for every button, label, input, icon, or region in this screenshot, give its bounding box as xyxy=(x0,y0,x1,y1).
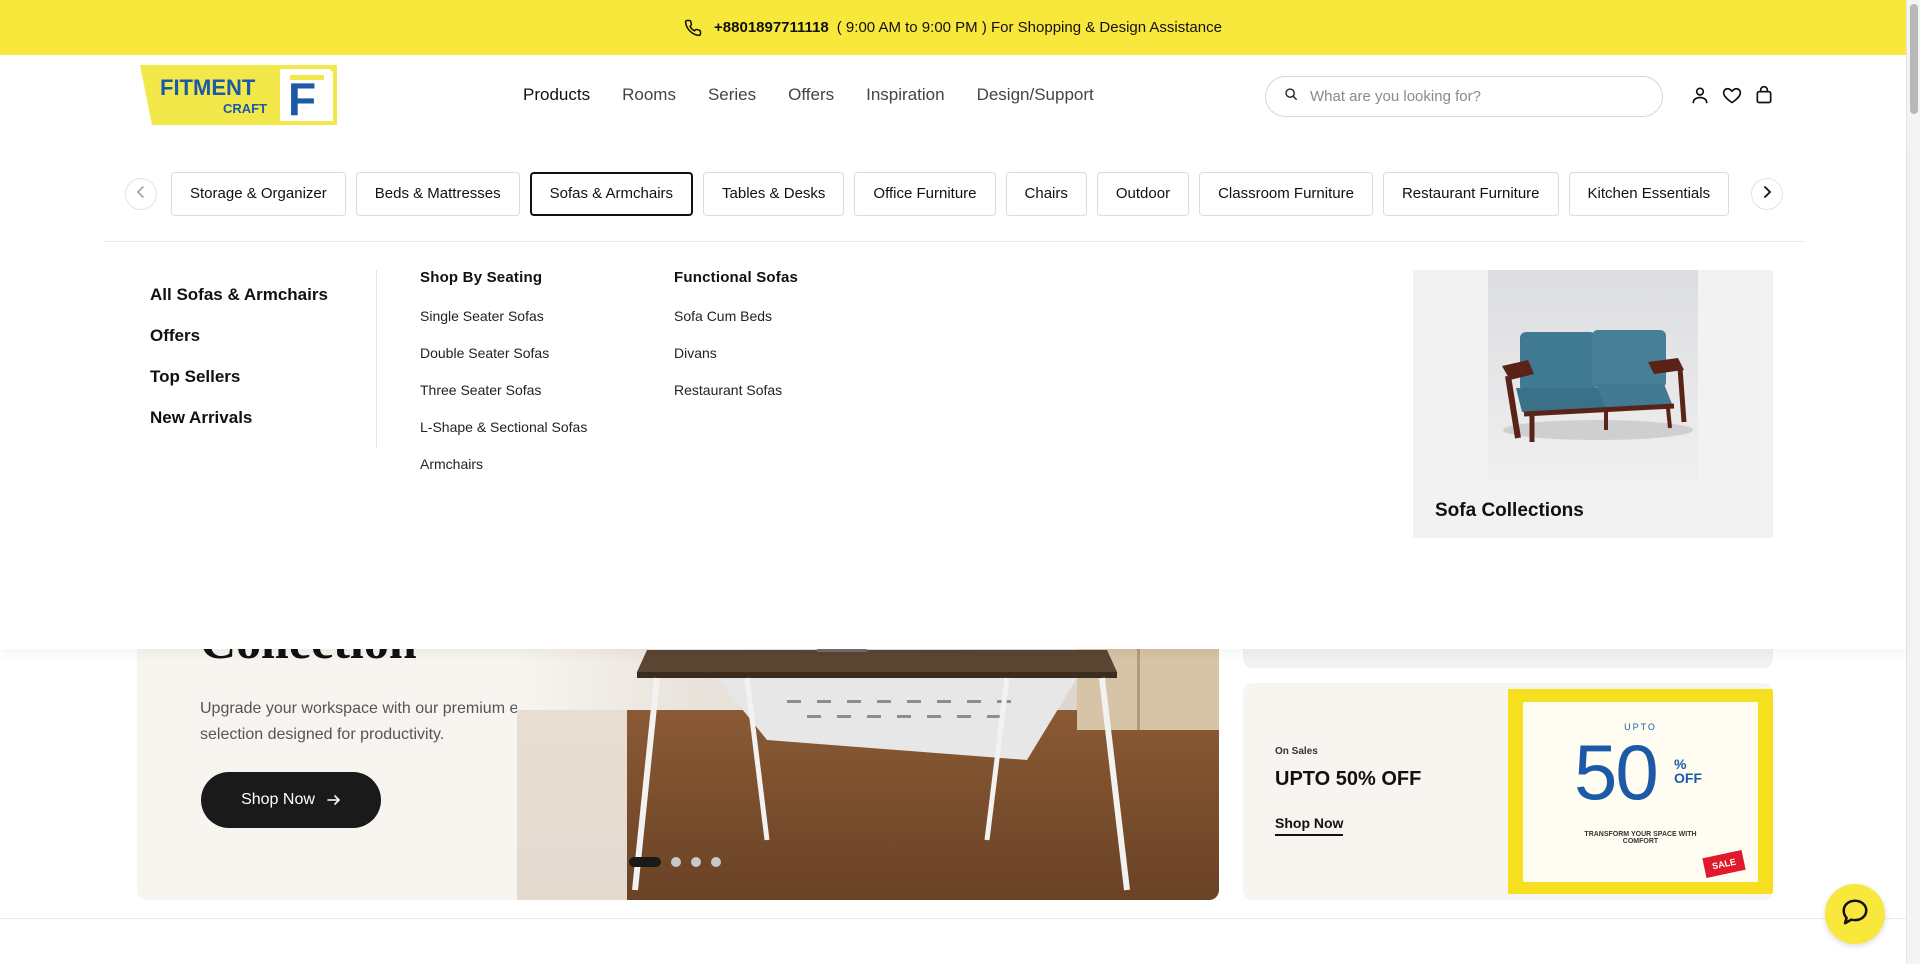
nav-inspiration[interactable]: Inspiration xyxy=(866,85,944,105)
menu-armchairs[interactable]: Armchairs xyxy=(420,456,587,472)
sale-shop-now-link[interactable]: Shop Now xyxy=(1275,815,1344,836)
menu-sofa-cum-beds[interactable]: Sofa Cum Beds xyxy=(674,308,798,324)
menu-l-shape-sectional-sofas[interactable]: L-Shape & Sectional Sofas xyxy=(420,419,587,435)
category-scroll-left[interactable] xyxy=(125,178,157,210)
bag-icon[interactable] xyxy=(1754,85,1774,105)
category-restaurant-furniture[interactable]: Restaurant Furniture xyxy=(1382,172,1559,216)
chat-bubble-icon xyxy=(1840,897,1870,932)
menu-restaurant-sofas[interactable]: Restaurant Sofas xyxy=(674,382,798,398)
menu-top-sellers[interactable]: Top Sellers xyxy=(150,367,328,387)
category-list: Storage & Organizer Beds & Mattresses Sofa… xyxy=(171,172,1737,216)
category-storage-organizer[interactable]: Storage & Organizer xyxy=(171,172,346,216)
category-office-furniture[interactable]: Office Furniture xyxy=(854,172,996,216)
promo-title: Sofa Collections xyxy=(1435,500,1584,521)
chat-button[interactable] xyxy=(1825,884,1885,944)
stamp-percent: % OFF xyxy=(1674,756,1702,786)
search-icon xyxy=(1284,87,1298,106)
category-classroom-furniture[interactable]: Classroom Furniture xyxy=(1199,172,1373,216)
section-divider xyxy=(0,918,1906,919)
arrow-right-icon xyxy=(327,794,341,806)
stamp-value: 50 xyxy=(1574,728,1659,816)
sale-eyebrow: On Sales xyxy=(1275,746,1318,757)
search-box[interactable] xyxy=(1265,76,1663,117)
carousel-dot[interactable] xyxy=(671,857,681,867)
category-sofas-armchairs[interactable]: Sofas & Armchairs xyxy=(529,172,694,216)
sale-title: UPTO 50% OFF xyxy=(1275,768,1422,790)
sofa-collections-promo[interactable]: Sofa Collections xyxy=(1413,270,1773,538)
menu-single-seater-sofas[interactable]: Single Seater Sofas xyxy=(420,308,587,324)
heart-icon[interactable] xyxy=(1722,85,1742,105)
phone-number[interactable]: +8801897711118 xyxy=(714,19,829,36)
nav-products[interactable]: Products xyxy=(523,85,590,105)
brand-logo[interactable]: F FITMENT CRAFT xyxy=(140,65,337,125)
support-hours: ( 9:00 AM to 9:00 PM ) For Shopping & De… xyxy=(836,19,1222,36)
sale-banner: On Sales UPTO 50% OFF Shop Now UPTO 50 %… xyxy=(1243,683,1773,900)
menu-three-seater-sofas[interactable]: Three Seater Sofas xyxy=(420,382,587,398)
user-icon[interactable] xyxy=(1690,85,1710,105)
category-kitchen-essentials[interactable]: Kitchen Essentials xyxy=(1568,172,1730,216)
main-nav: Products Rooms Series Offers Inspiration… xyxy=(523,85,1126,105)
menu-heading: Shop By Seating xyxy=(420,269,543,286)
site-header: F FITMENT CRAFT Products Rooms Series Of… xyxy=(0,55,1906,137)
hero-carousel-dots xyxy=(629,857,721,867)
stamp-tagline: TRANSFORM YOUR SPACE WITH COMFORT xyxy=(1584,831,1697,845)
scrollbar-thumb[interactable] xyxy=(1910,4,1918,114)
sofa-image xyxy=(1488,270,1698,480)
products-mega-menu: Storage & Organizer Beds & Mattresses Sofa… xyxy=(0,137,1906,649)
category-tables-desks[interactable]: Tables & Desks xyxy=(703,172,845,216)
menu-double-seater-sofas[interactable]: Double Seater Sofas xyxy=(420,345,587,361)
svg-text:F: F xyxy=(288,73,316,125)
carousel-dot[interactable] xyxy=(629,857,661,867)
chevron-right-icon xyxy=(1762,185,1772,203)
menu-divans[interactable]: Divans xyxy=(674,345,798,361)
phone-icon xyxy=(684,19,702,37)
menu-functional-sofas: Functional Sofas Sofa Cum Beds Divans Re… xyxy=(674,269,798,419)
nav-offers[interactable]: Offers xyxy=(788,85,834,105)
menu-primary-links: All Sofas & Armchairs Offers Top Sellers… xyxy=(150,285,328,449)
menu-new-arrivals[interactable]: New Arrivals xyxy=(150,408,328,428)
nav-series[interactable]: Series xyxy=(708,85,756,105)
carousel-dot[interactable] xyxy=(691,857,701,867)
svg-text:CRAFT: CRAFT xyxy=(223,101,267,116)
menu-heading: Functional Sofas xyxy=(674,269,799,286)
category-chairs[interactable]: Chairs xyxy=(1005,172,1087,216)
nav-design-support[interactable]: Design/Support xyxy=(977,85,1094,105)
chevron-left-icon xyxy=(136,185,146,203)
category-divider xyxy=(104,241,1806,242)
carousel-dot[interactable] xyxy=(711,857,721,867)
category-bar: Storage & Organizer Beds & Mattresses Sofa… xyxy=(125,172,1785,216)
category-outdoor[interactable]: Outdoor xyxy=(1096,172,1190,216)
menu-offers[interactable]: Offers xyxy=(150,326,328,346)
sale-stamp-image: UPTO 50 % OFF TRANSFORM YOUR SPACE WITH CO… xyxy=(1508,689,1773,894)
menu-all-sofas-armchairs[interactable]: All Sofas & Armchairs xyxy=(150,285,328,305)
svg-text:FITMENT: FITMENT xyxy=(160,75,256,100)
category-beds-mattresses[interactable]: Beds & Mattresses xyxy=(355,172,520,216)
page-scrollbar[interactable] xyxy=(1906,0,1920,964)
nav-rooms[interactable]: Rooms xyxy=(622,85,676,105)
announcement-bar: +8801897711118 ( 9:00 AM to 9:00 PM ) Fo… xyxy=(0,0,1906,55)
header-actions xyxy=(1690,85,1774,105)
search-input[interactable] xyxy=(1310,88,1630,105)
menu-shop-by-seating: Shop By Seating Single Seater Sofas Doub… xyxy=(420,269,587,493)
category-scroll-right[interactable] xyxy=(1751,178,1783,210)
hero-shop-now-button[interactable]: Shop Now xyxy=(201,772,381,828)
menu-column-divider xyxy=(376,270,377,448)
